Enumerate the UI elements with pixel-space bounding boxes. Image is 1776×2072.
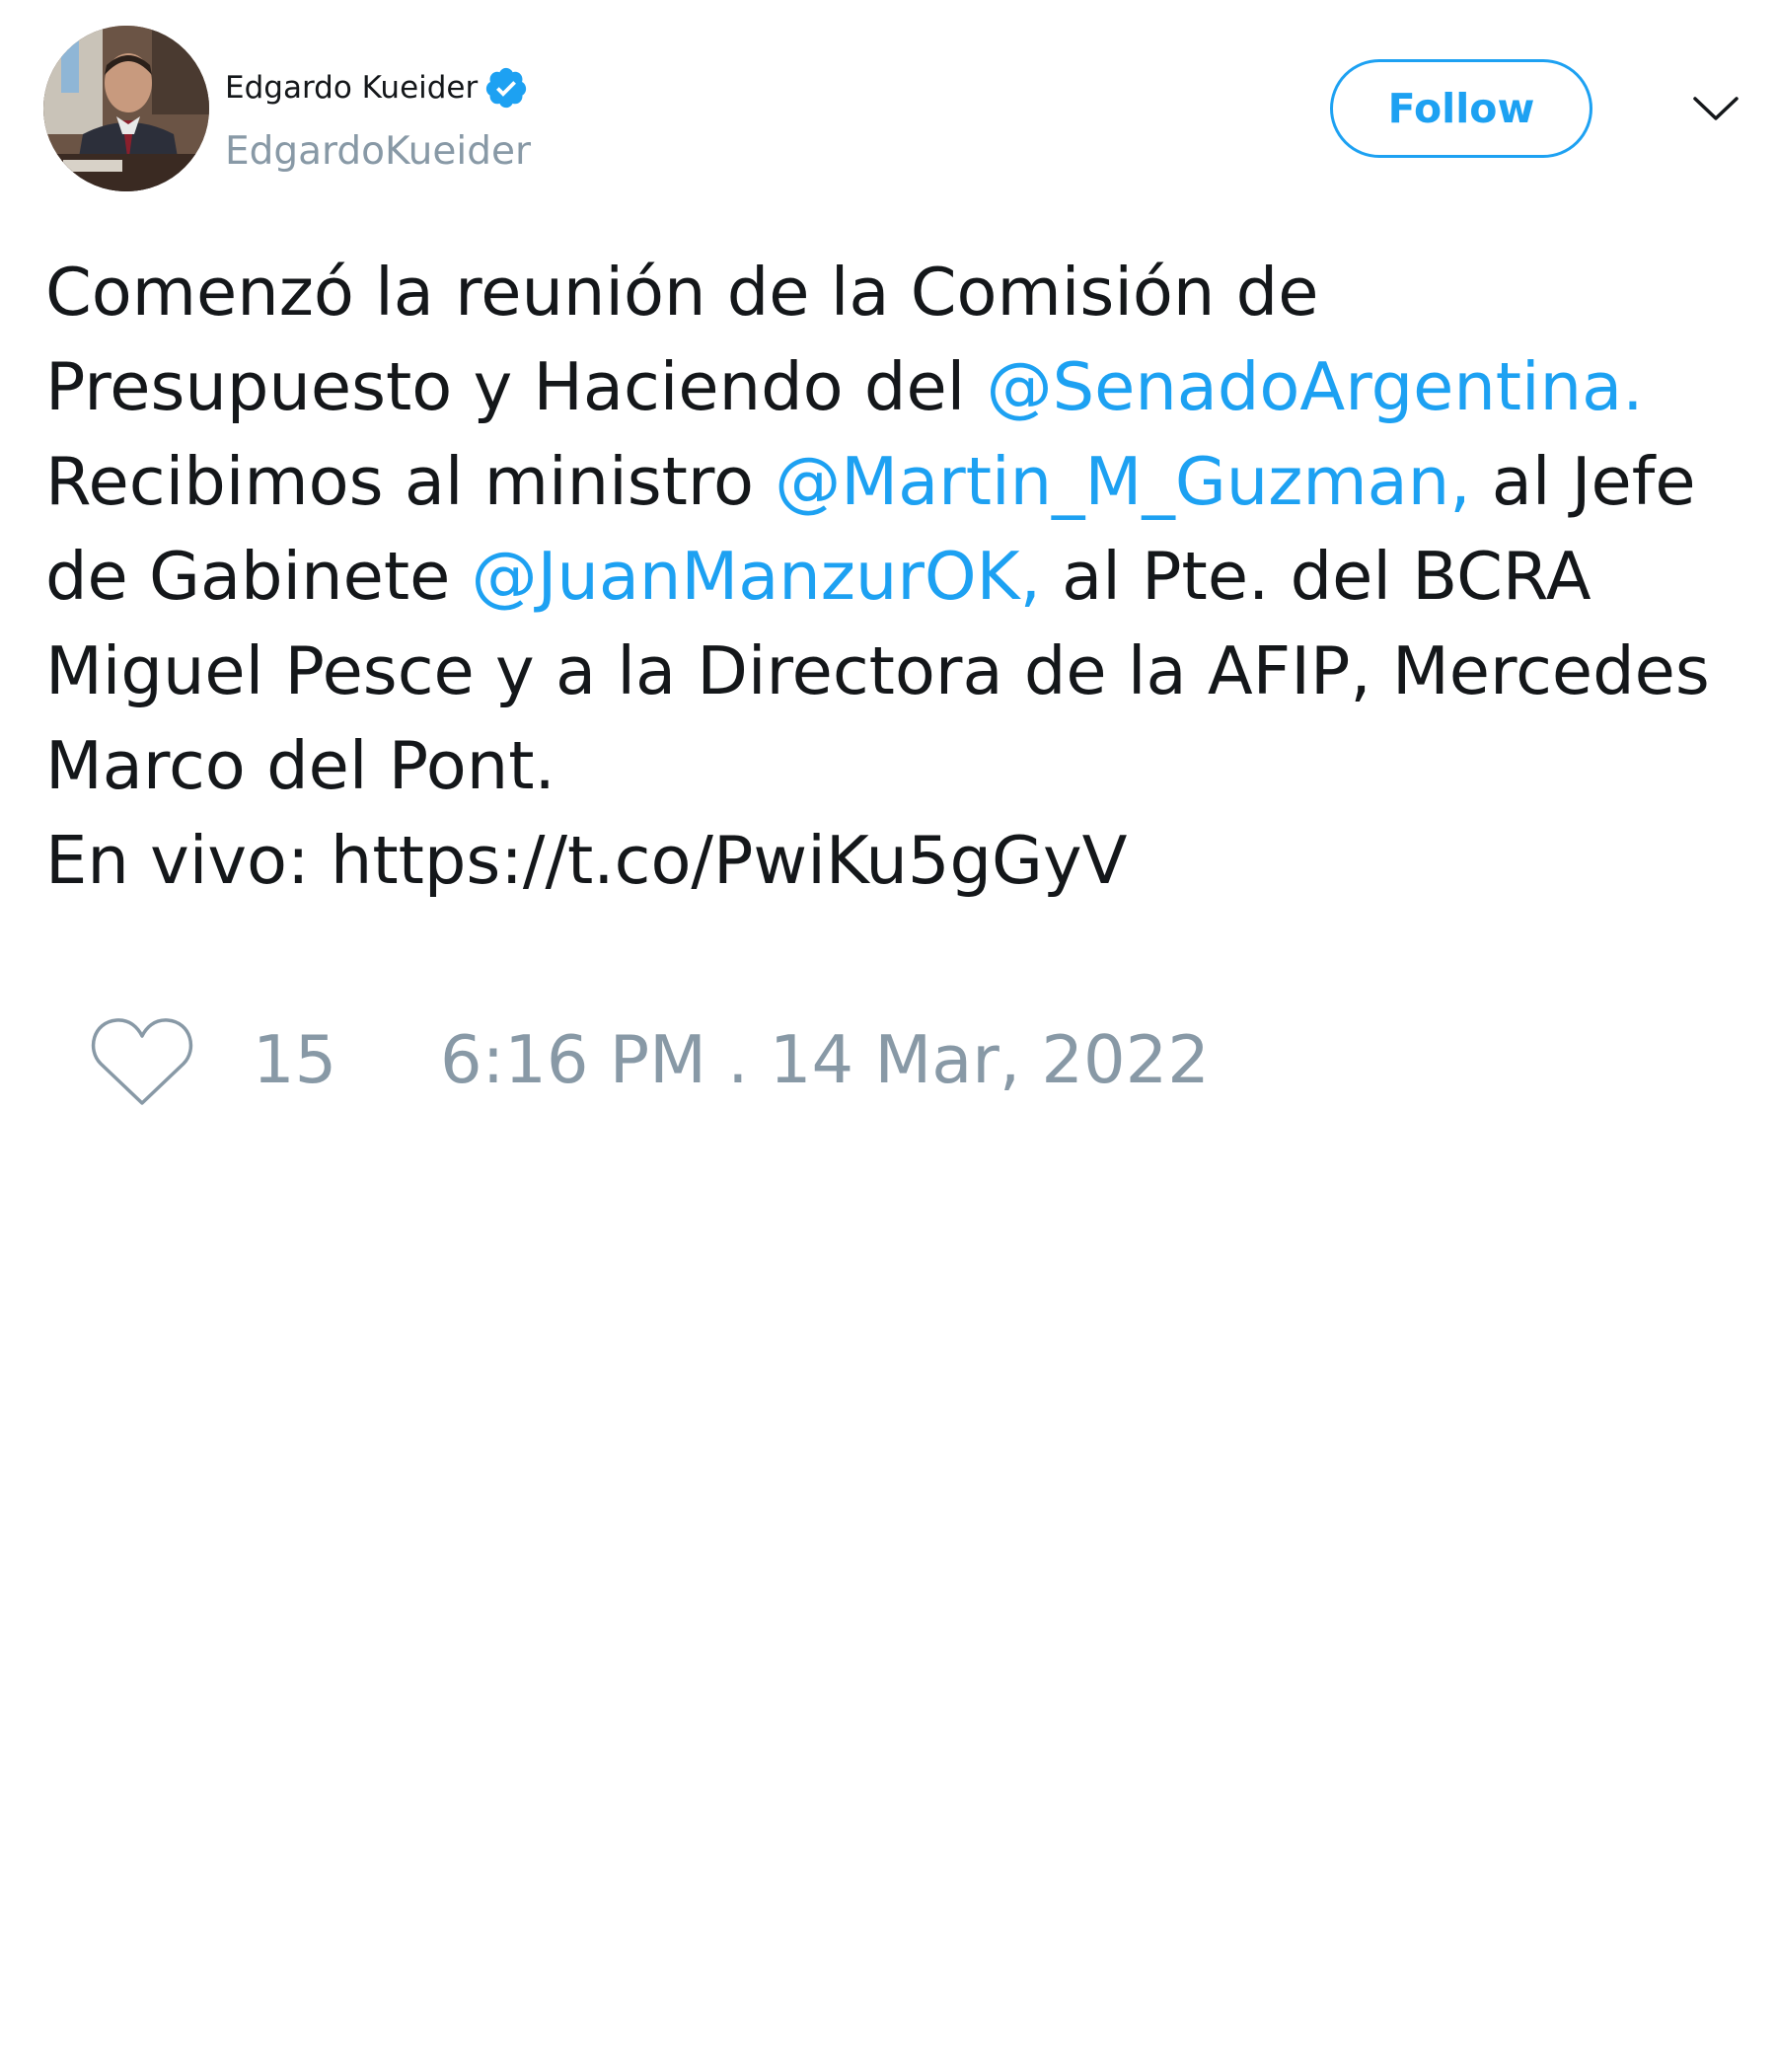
profile-photo bbox=[43, 26, 209, 191]
tweet-line: Miguel Pesce y a la Directora de la AFIP… bbox=[45, 624, 1762, 718]
display-name[interactable]: Edgardo Kueider bbox=[225, 65, 529, 111]
follow-button[interactable]: Follow bbox=[1330, 59, 1592, 158]
like-count: 15 bbox=[253, 1021, 337, 1098]
tweet-line: de Gabinete @JuanManzurOK, al Pte. del B… bbox=[45, 529, 1762, 624]
tweet-text-segment: al Pte. del BCRA bbox=[1040, 538, 1591, 615]
tweet-line: Presupuesto y Haciendo del @SenadoArgent… bbox=[45, 339, 1762, 434]
mention-juanmanzurok[interactable]: @JuanManzurOK, bbox=[472, 538, 1041, 615]
mention-martin-m-guzman[interactable]: @Martin_M_Guzman, bbox=[775, 443, 1470, 520]
tweet-line: Marco del Pont. bbox=[45, 718, 1762, 813]
tweet-link-text[interactable]: https://t.co/PwiKu5gGyV bbox=[331, 822, 1128, 899]
tweet-text: Comenzó la reunión de la Comisión de Pre… bbox=[45, 245, 1762, 908]
tweet-text-segment: Marco del Pont. bbox=[45, 727, 555, 804]
tweet-text-segment: En vivo: bbox=[45, 822, 331, 899]
tweet-text-segment: al Jefe bbox=[1470, 443, 1696, 520]
tweet-line: Recibimos al ministro @Martin_M_Guzman, … bbox=[45, 434, 1762, 529]
tweet-text-segment: de Gabinete bbox=[45, 538, 472, 615]
verified-badge-icon bbox=[486, 67, 527, 109]
chevron-down-icon[interactable] bbox=[1691, 89, 1740, 128]
tweet-text-segment: Recibimos al ministro bbox=[45, 443, 776, 520]
tweet-text-segment: Miguel Pesce y a la Directora de la AFIP… bbox=[45, 632, 1710, 709]
tweet-line: Comenzó la reunión de la Comisión de bbox=[45, 245, 1762, 339]
heart-icon[interactable] bbox=[89, 1014, 195, 1109]
tweet-line: En vivo: https://t.co/PwiKu5gGyV bbox=[45, 813, 1762, 908]
display-name-text: Edgardo Kueider bbox=[225, 70, 479, 106]
tweet-text-segment: Comenzó la reunión de la Comisión de bbox=[45, 254, 1319, 331]
mention-senadoargentina[interactable]: @SenadoArgentina. bbox=[987, 348, 1644, 425]
avatar[interactable] bbox=[43, 26, 209, 191]
tweet-timestamp[interactable]: 6:16 PM . 14 Mar, 2022 bbox=[440, 1020, 1210, 1099]
tweet-text-segment: Presupuesto y Haciendo del bbox=[45, 348, 987, 425]
tweet-card: Edgardo Kueider EdgardoKueider Follow Co… bbox=[0, 0, 1776, 2072]
user-handle[interactable]: EdgardoKueider bbox=[225, 128, 531, 176]
